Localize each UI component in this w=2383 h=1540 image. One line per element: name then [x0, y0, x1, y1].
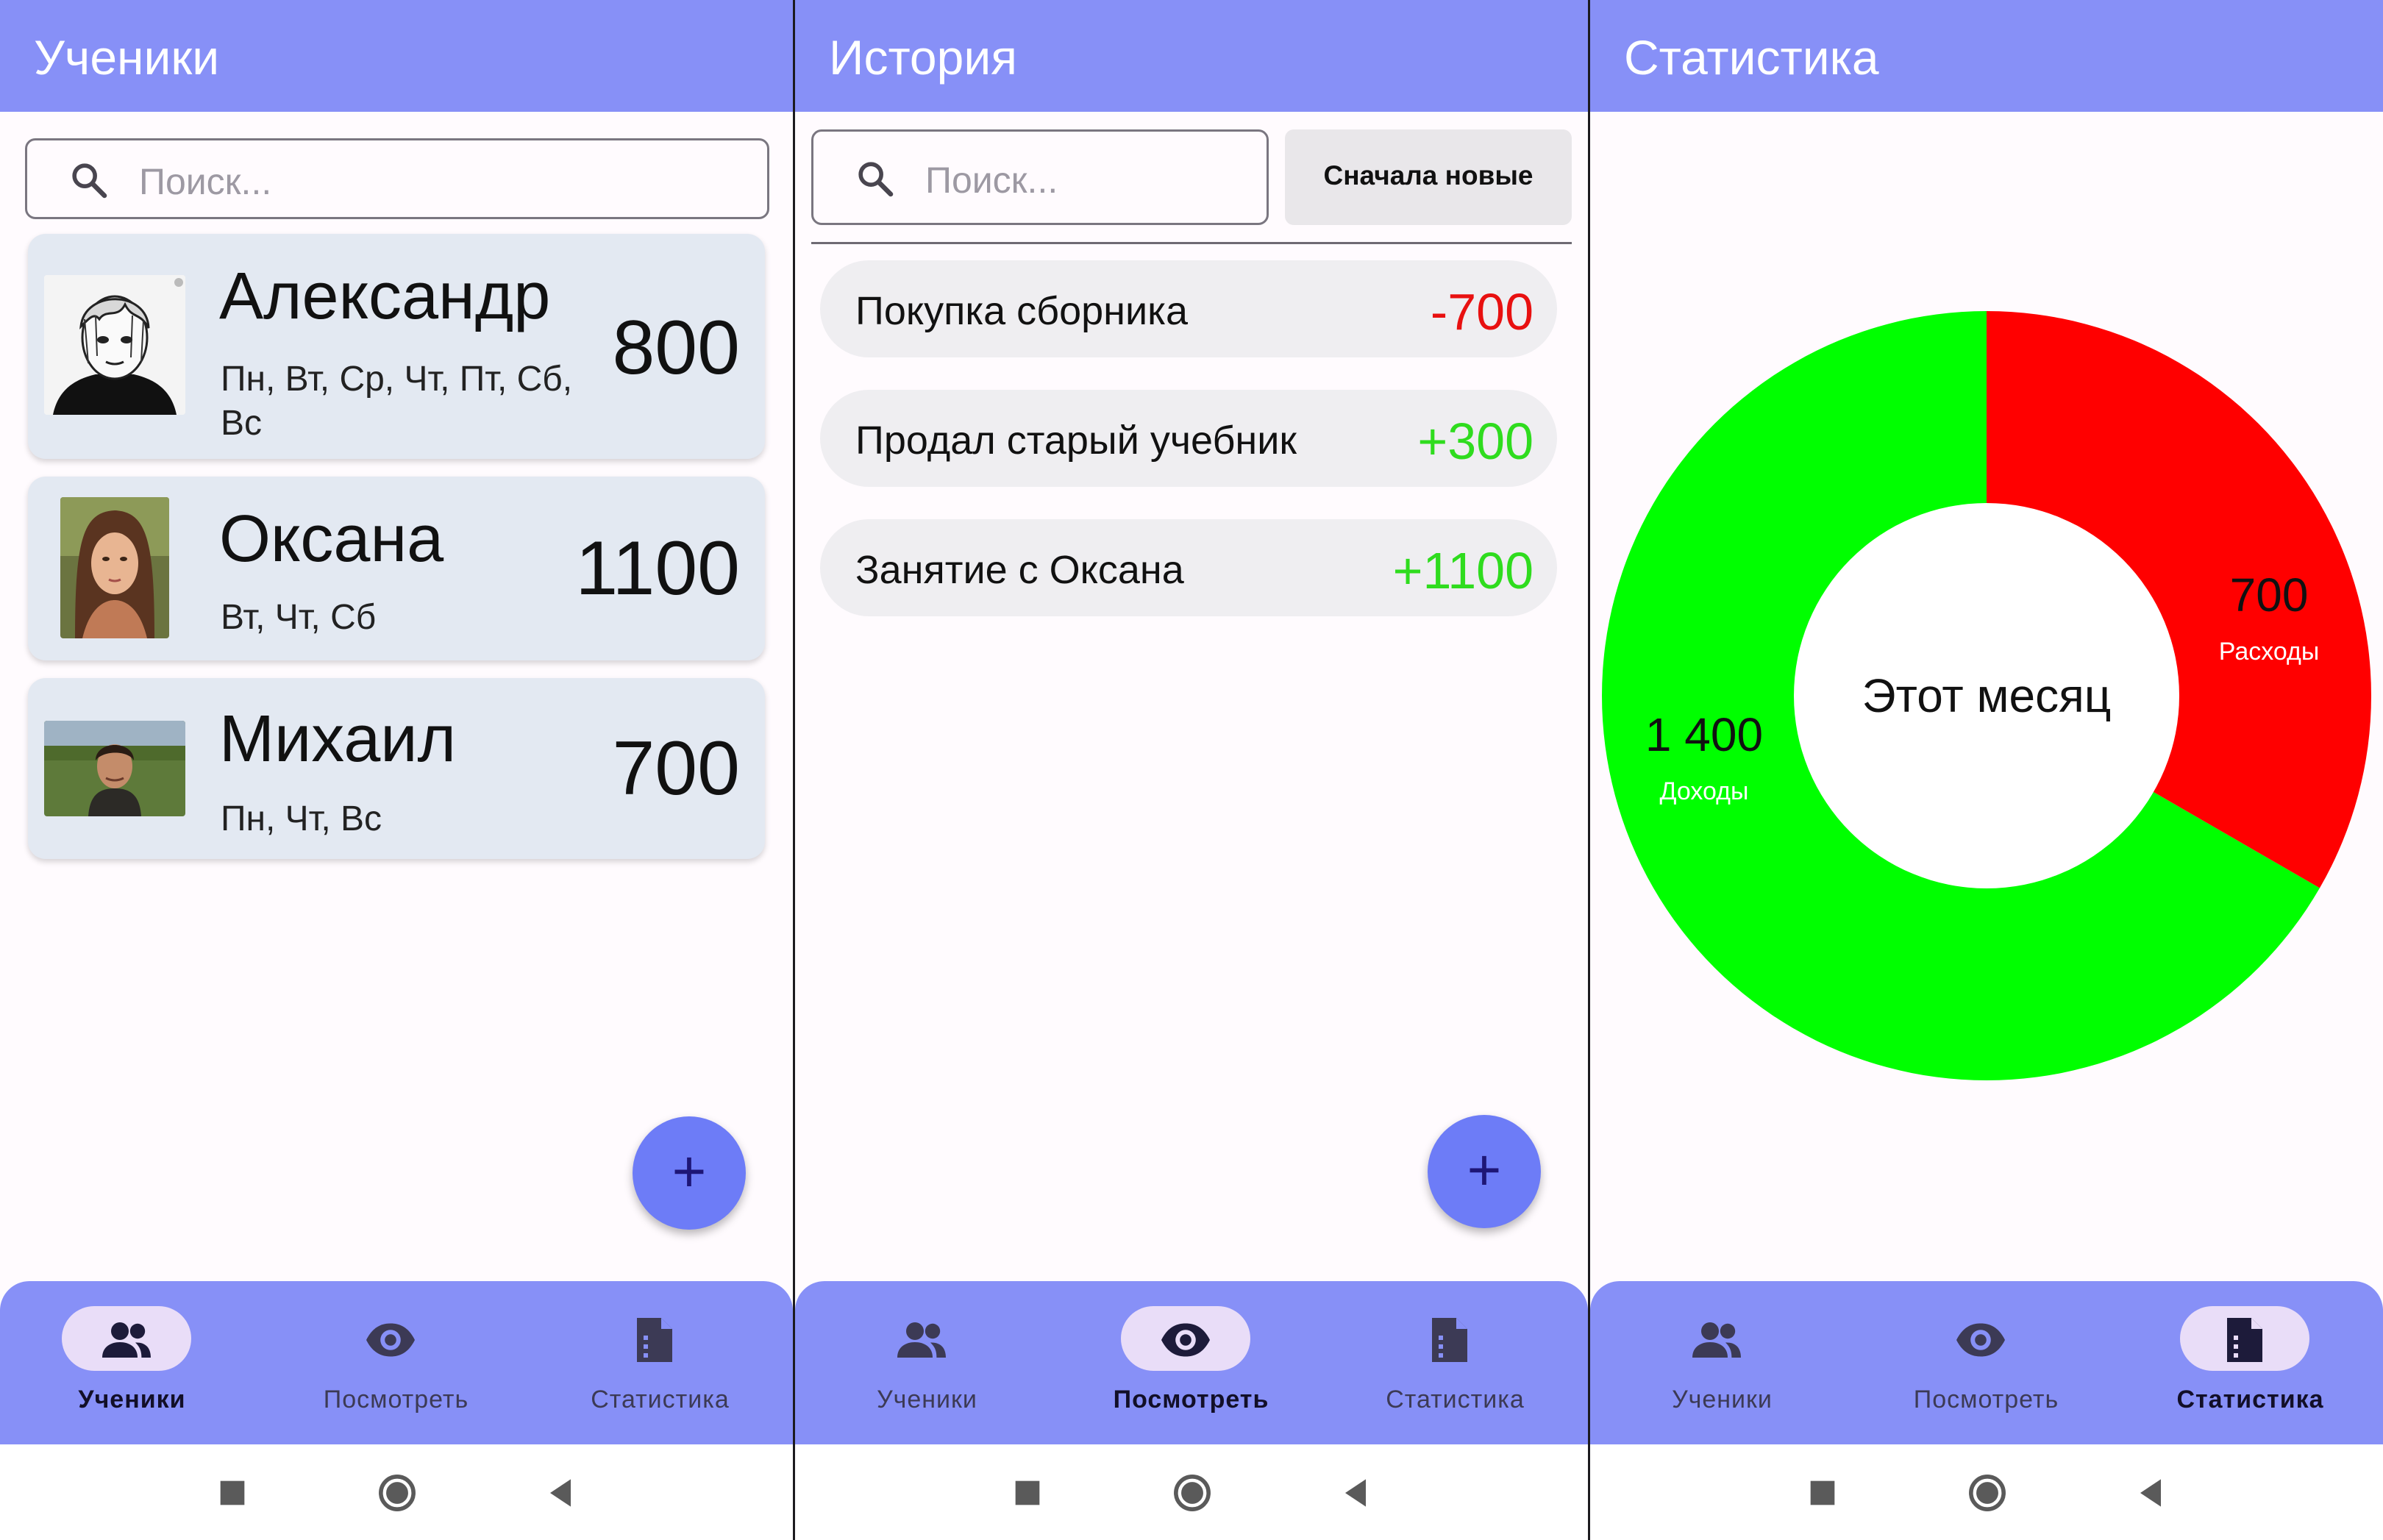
screens: Ученики Поиск... Александр Пн, Вт, Ср, Ч…	[0, 0, 2383, 1540]
eye-icon	[1956, 1323, 2005, 1357]
history-item-amount: -700	[1430, 283, 1534, 341]
nav-label: Статистика	[2176, 1386, 2324, 1414]
people-icon	[1692, 1322, 1741, 1358]
students-screen: Ученики Поиск... Александр Пн, Вт, Ср, Ч…	[0, 0, 793, 1540]
history-item-amount: +1100	[1392, 542, 1534, 599]
nav-item-students[interactable]: Ученики	[795, 1281, 1059, 1444]
history-item-title: Покупка сборника	[855, 289, 1188, 333]
slice-name-label: Расходы	[2219, 638, 2320, 666]
nav-item-view[interactable]: Посмотреть	[1059, 1281, 1323, 1444]
nav-label: Статистика	[591, 1386, 730, 1414]
back-icon[interactable]	[2130, 1472, 2171, 1514]
donut-chart: Этот месяц 700 Расходы 1 400 Доходы	[1602, 311, 2371, 1080]
people-icon	[102, 1322, 151, 1358]
history-item[interactable]: Продал старый учебник +300	[820, 390, 1557, 487]
sort-label: Сначала новые	[1323, 160, 1534, 190]
nav-item-students[interactable]: Ученики	[1590, 1281, 1854, 1444]
nav-label: Посмотреть	[1913, 1386, 2059, 1414]
nav-item-view[interactable]: Посмотреть	[264, 1281, 528, 1444]
search-input[interactable]: Поиск...	[25, 138, 769, 219]
add-student-button[interactable]: +	[633, 1116, 746, 1230]
nav-label: Посмотреть	[1113, 1386, 1269, 1414]
history-item-title: Занятие с Оксана	[855, 548, 1184, 592]
divider-line	[811, 242, 1572, 244]
student-card[interactable]: Михаил Пн, Чт, Вс 700	[28, 678, 765, 859]
page-title: Статистика	[1624, 30, 1879, 85]
home-icon[interactable]	[377, 1472, 418, 1514]
chart-center-label: Этот месяц	[1862, 669, 2112, 722]
student-amount: 700	[612, 726, 740, 811]
bottom-nav: Ученики Посмотреть Статистика	[795, 1281, 1588, 1444]
back-icon[interactable]	[540, 1472, 581, 1514]
history-screen: История Поиск... Сначала новые Покупка с…	[795, 0, 1588, 1540]
nav-label: Ученики	[78, 1386, 186, 1414]
search-icon	[72, 163, 107, 199]
app-bar: Статистика	[1590, 0, 2383, 112]
nav-item-stats[interactable]: Статистика	[2118, 1281, 2382, 1444]
slice-name-label: Доходы	[1659, 777, 1748, 805]
system-nav-bar	[1590, 1444, 2383, 1540]
recents-icon[interactable]	[1007, 1472, 1048, 1514]
add-record-button[interactable]: +	[1428, 1115, 1541, 1228]
document-icon	[2227, 1318, 2262, 1362]
student-card[interactable]: Оксана Вт, Чт, Сб 1100	[28, 477, 765, 660]
history-item[interactable]: Занятие с Оксана +1100	[820, 519, 1557, 616]
people-icon	[897, 1322, 946, 1358]
page-title: История	[829, 30, 1017, 85]
history-item[interactable]: Покупка сборника -700	[820, 260, 1557, 357]
history-item-amount: +300	[1417, 413, 1534, 470]
sort-button[interactable]: Сначала новые	[1285, 129, 1572, 225]
student-amount: 800	[612, 305, 740, 391]
recents-icon[interactable]	[212, 1472, 253, 1514]
home-icon[interactable]	[1967, 1472, 2008, 1514]
avatar	[44, 275, 185, 415]
nav-label: Посмотреть	[323, 1386, 469, 1414]
recents-icon[interactable]	[1802, 1472, 1843, 1514]
history-item-title: Продал старый учебник	[855, 418, 1297, 463]
nav-item-stats[interactable]: Статистика	[528, 1281, 792, 1444]
slice-value-label: 1 400	[1645, 708, 1763, 761]
nav-item-students[interactable]: Ученики	[0, 1281, 264, 1444]
student-days: Пн, Вт, Ср, Чт, Пт, Сб, Вс	[221, 360, 573, 443]
search-input[interactable]: Поиск...	[811, 129, 1269, 225]
student-name: Оксана	[219, 502, 444, 576]
student-name: Михаил	[219, 702, 457, 776]
plus-icon: +	[1467, 1137, 1502, 1202]
bottom-nav: Ученики Посмотреть Статистика	[1590, 1281, 2383, 1444]
nav-item-view[interactable]: Посмотреть	[1854, 1281, 2118, 1444]
avatar	[44, 721, 185, 816]
system-nav-bar	[0, 1444, 793, 1540]
student-card[interactable]: Александр Пн, Вт, Ср, Чт, Пт, Сб, Вс 800	[28, 234, 765, 459]
nav-item-stats[interactable]: Статистика	[1323, 1281, 1587, 1444]
plus-icon: +	[672, 1138, 707, 1204]
app-bar: История	[795, 0, 1588, 112]
nav-label: Статистика	[1386, 1386, 1525, 1414]
nav-label: Ученики	[877, 1386, 977, 1414]
back-icon[interactable]	[1335, 1472, 1376, 1514]
student-days: Пн, Чт, Вс	[221, 799, 382, 838]
student-amount: 1100	[575, 526, 740, 611]
eye-icon	[1161, 1323, 1210, 1357]
bottom-nav: Ученики Посмотреть Статистика	[0, 1281, 793, 1444]
nav-label: Ученики	[1672, 1386, 1773, 1414]
avatar	[60, 497, 169, 638]
search-placeholder: Поиск...	[925, 160, 1058, 201]
page-title: Ученики	[34, 30, 220, 85]
student-name: Александр	[219, 260, 551, 333]
system-nav-bar	[795, 1444, 1588, 1540]
statistics-screen: Статистика Этот месяц 700 Расходы 1 400 Дох…	[1590, 0, 2383, 1540]
home-icon[interactable]	[1172, 1472, 1213, 1514]
search-icon	[858, 162, 894, 197]
search-placeholder: Поиск...	[139, 161, 272, 202]
student-days: Вт, Чт, Сб	[221, 598, 377, 637]
app-bar: Ученики	[0, 0, 793, 112]
document-icon	[637, 1318, 672, 1362]
slice-value-label: 700	[2230, 568, 2309, 621]
eye-icon	[366, 1323, 415, 1357]
document-icon	[1432, 1318, 1467, 1362]
